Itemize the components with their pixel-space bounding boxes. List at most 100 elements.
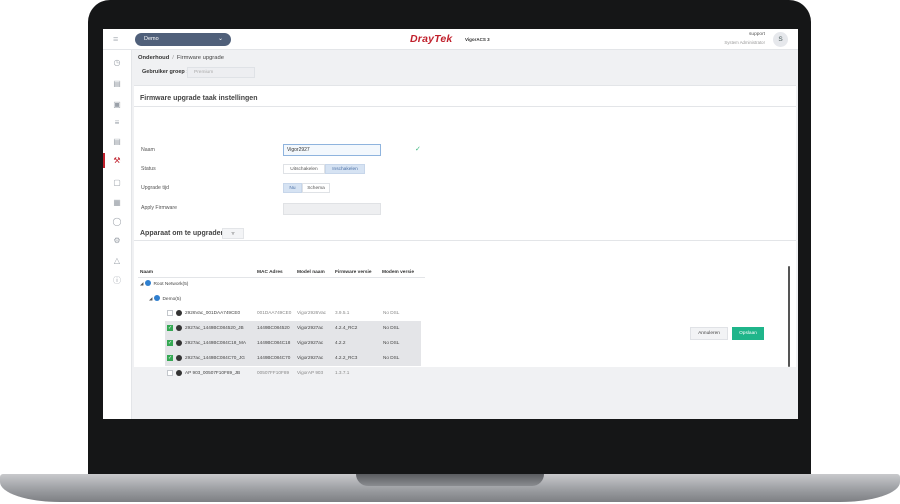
divider — [134, 240, 796, 241]
router-icon — [176, 355, 182, 361]
device-model: Vigor2927ac — [297, 325, 324, 330]
device-name: AP 903_00507F10F89_JB — [185, 370, 241, 375]
table-row[interactable]: 2926Vac_001DAA749CE0 001DAA749CE0 Vigor2… — [165, 306, 421, 321]
device-firmware: 3.9.5.1 — [335, 310, 350, 315]
router-icon — [176, 310, 182, 316]
sidebar: ◷ ▤ ▣ ≡ ▤ ⚒ ▢ ▦ ◯ ⚙ △ ⓘ — [103, 50, 132, 419]
product-name: VigorACS 3 — [465, 37, 490, 42]
laptop-notch — [356, 474, 544, 486]
status-label: Status — [141, 166, 156, 172]
device-modem: No DSL — [383, 355, 400, 360]
scrollbar[interactable] — [788, 266, 790, 367]
device-model: Vigor2927ac — [297, 340, 324, 345]
table-row[interactable]: AP 903_00507F10F89_JB 00507FF10F89 Vigor… — [165, 366, 421, 381]
breadcrumb-separator: / — [172, 55, 174, 61]
display-icon[interactable]: ▢ — [111, 177, 123, 189]
save-button[interactable]: Opslaan — [732, 327, 764, 340]
name-label: Naam — [141, 147, 155, 153]
globe-icon[interactable]: ◯ — [111, 216, 123, 228]
hamburger-icon[interactable]: ≡ — [113, 34, 123, 44]
user-role: System Administrator — [724, 40, 765, 45]
upgrade-now-button[interactable]: Nu — [283, 183, 302, 193]
tree-root[interactable]: ◢ Root Network(5) — [140, 280, 188, 287]
devices-title: Apparaat om te upgraden — [140, 230, 225, 237]
column-header-firmware[interactable]: Firmware versie — [335, 270, 372, 275]
tree-root-label: Root Network(5) — [153, 282, 189, 287]
table-row[interactable]: ✓ 2927ac_1449BC084C18_MA 1449BC084C18 Vi… — [165, 336, 421, 351]
cancel-button[interactable]: Annuleren — [690, 327, 728, 340]
breadcrumb-page: Firmware upgrade — [176, 55, 224, 61]
device-model: Vigor2926Vac — [297, 310, 327, 315]
check-icon: ✓ — [415, 146, 421, 153]
device-firmware: 4.2.2_RC3 — [335, 355, 358, 360]
network-icon — [154, 295, 161, 301]
row-checkbox[interactable] — [167, 370, 173, 376]
task-settings-title: Firmware upgrade taak instellingen — [140, 95, 258, 102]
column-header-modem[interactable]: Modem versie — [382, 270, 414, 275]
breadcrumb: Onderhoud / Firmware upgrade — [138, 55, 224, 61]
warning-icon[interactable]: △ — [111, 255, 123, 267]
filter-button[interactable]: ▿ — [222, 228, 244, 239]
device-mac: 1449BC084C18 — [257, 340, 291, 345]
device-firmware: 4.2.4_RC2 — [335, 325, 358, 330]
device-name: 2927ac_1449BC084C70_JG — [185, 355, 245, 360]
router-icon — [176, 340, 182, 346]
app-screen: ≡ Demo ⌄ DrayTek VigorACS 3 support Syst… — [103, 29, 798, 419]
row-checkbox[interactable]: ✓ — [167, 325, 173, 331]
sliders-icon[interactable]: ≡ — [111, 117, 123, 129]
avatar[interactable]: S — [773, 32, 788, 47]
column-header-name[interactable]: Naam — [140, 270, 153, 275]
collapse-icon[interactable]: ◢ — [140, 281, 143, 286]
wrench-icon[interactable]: ⚒ — [111, 155, 123, 167]
printer-icon[interactable]: ▤ — [111, 136, 123, 148]
router-icon — [176, 325, 182, 331]
device-modem: No DSL — [383, 340, 400, 345]
user-group-field: Premium — [187, 67, 255, 78]
row-checkbox[interactable]: ✓ — [167, 355, 173, 361]
tree-group[interactable]: ◢ Demo(5) — [149, 295, 181, 302]
table-row[interactable]: ✓ 2927ac_1449BC084520_JB 1449BC084520 Vi… — [165, 321, 421, 336]
column-header-model[interactable]: Model naam — [297, 270, 325, 275]
profile-select[interactable]: Demo ⌄ — [135, 33, 231, 46]
device-name: 2926Vac_001DAA749CE0 — [185, 310, 241, 315]
device-mac: 1449BC084C70 — [257, 355, 291, 360]
table-row[interactable]: ✓ 2927ac_1449BC084C70_JG 1449BC084C70 Vi… — [165, 351, 421, 366]
divider — [134, 106, 796, 107]
device-mac: 00507FF10F89 — [257, 370, 290, 375]
status-disable-button[interactable]: Uitschakelen — [283, 164, 325, 174]
tree-group-label: Demo(5) — [162, 297, 182, 302]
dashboard-icon[interactable]: ◷ — [111, 57, 123, 69]
save-icon[interactable]: ▦ — [111, 197, 123, 209]
info-icon[interactable]: ⓘ — [111, 275, 123, 287]
user-group-label: Gebruiker groep : — [142, 69, 189, 75]
breadcrumb-section[interactable]: Onderhoud — [138, 55, 169, 61]
device-mac: 1449BC084520 — [257, 325, 290, 330]
device-model: Vigor2927ac — [297, 355, 324, 360]
task-card: Firmware upgrade taak instellingen Naam … — [134, 85, 796, 376]
device-name: 2927ac_1449BC084C18_MA — [185, 340, 246, 345]
device-firmware: 1.3.7.1 — [335, 370, 350, 375]
upgrade-time-label: Upgrade tijd — [141, 185, 169, 191]
apply-firmware-label: Apply Firmware — [141, 205, 178, 211]
user-name: support — [749, 32, 765, 37]
network-icon — [145, 280, 152, 286]
filter-icon: ▿ — [231, 231, 235, 237]
apply-firmware-field[interactable] — [283, 203, 381, 215]
chevron-down-icon: ⌄ — [217, 36, 223, 42]
status-enable-button[interactable]: Inschakelen — [325, 164, 365, 174]
header-divider — [138, 277, 425, 278]
row-checkbox[interactable] — [167, 310, 173, 316]
name-input[interactable]: Vigor2927 — [283, 144, 381, 156]
device-modem: No DSL — [383, 325, 400, 330]
brand-logo: DrayTek — [410, 33, 453, 45]
device-mac: 001DAA749CE0 — [257, 310, 292, 315]
row-checkbox[interactable]: ✓ — [167, 340, 173, 346]
settings-icon[interactable]: ⚙ — [111, 235, 123, 247]
column-header-mac[interactable]: MAC Adres — [257, 270, 283, 275]
device-modem: No DSL — [383, 310, 400, 315]
device-firmware: 4.2.2 — [335, 340, 346, 345]
collapse-icon[interactable]: ◢ — [149, 296, 152, 301]
chart-icon[interactable]: ▤ — [111, 78, 123, 90]
upgrade-schedule-button[interactable]: Schema — [302, 183, 330, 193]
monitor-icon[interactable]: ▣ — [111, 99, 123, 111]
